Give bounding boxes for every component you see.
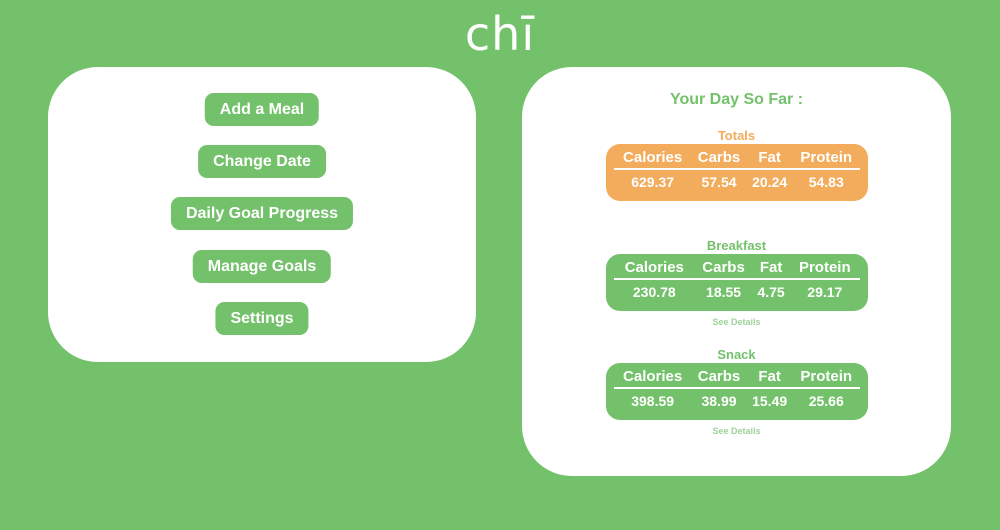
column-header-carbs: Carbs	[694, 259, 753, 280]
menu-panel: Add a Meal Change Date Daily Goal Progre…	[48, 67, 476, 362]
totals-table: Calories Carbs Fat Protein 629.37 57.54 …	[614, 149, 860, 190]
totals-fat: 20.24	[752, 174, 788, 190]
breakfast-see-details-link[interactable]: See Details	[522, 317, 951, 327]
day-summary-panel: Your Day So Far : Totals Calories Carbs …	[522, 67, 951, 476]
daily-goal-progress-button[interactable]: Daily Goal Progress	[170, 197, 354, 230]
column-header-calories: Calories	[614, 149, 692, 170]
manage-goals-button[interactable]: Manage Goals	[192, 250, 332, 283]
column-header-protein: Protein	[792, 149, 860, 170]
column-header-carbs: Carbs	[691, 149, 747, 170]
change-date-button[interactable]: Change Date	[198, 145, 326, 178]
column-header-fat: Fat	[746, 149, 793, 170]
column-header-fat: Fat	[746, 368, 793, 389]
breakfast-fat: 4.75	[757, 284, 785, 300]
totals-protein: 54.83	[808, 174, 844, 190]
totals-calories: 629.37	[631, 174, 675, 190]
column-header-protein: Protein	[792, 368, 860, 389]
column-header-carbs: Carbs	[691, 368, 747, 389]
breakfast-title: Breakfast	[706, 238, 767, 253]
totals-card: Calories Carbs Fat Protein 629.37 57.54 …	[606, 144, 868, 201]
breakfast-calories: 230.78	[632, 284, 676, 300]
settings-button[interactable]: Settings	[215, 302, 309, 335]
snack-protein: 25.66	[808, 393, 844, 409]
snack-calories: 398.59	[631, 393, 675, 409]
breakfast-carbs: 18.55	[706, 284, 742, 300]
app-logo: chī	[464, 7, 536, 61]
breakfast-card: Calories Carbs Fat Protein 230.78 18.55 …	[606, 254, 868, 311]
main-menu: Add a Meal Change Date Daily Goal Progre…	[48, 67, 476, 362]
totals-title: Totals	[717, 128, 756, 143]
column-header-protein: Protein	[789, 259, 860, 280]
breakfast-table: Calories Carbs Fat Protein 230.78 18.55 …	[614, 259, 860, 300]
column-header-calories: Calories	[614, 259, 695, 280]
snack-see-details-link[interactable]: See Details	[522, 426, 951, 436]
column-header-calories: Calories	[614, 368, 692, 389]
breakfast-protein: 29.17	[807, 284, 843, 300]
snack-carbs: 38.99	[701, 393, 737, 409]
snack-card: Calories Carbs Fat Protein 398.59 38.99 …	[606, 363, 868, 420]
column-header-fat: Fat	[752, 259, 790, 280]
totals-carbs: 57.54	[701, 174, 737, 190]
snack-fat: 15.49	[752, 393, 788, 409]
add-meal-button[interactable]: Add a Meal	[204, 93, 320, 126]
day-summary-title: Your Day So Far :	[669, 91, 804, 108]
snack-table: Calories Carbs Fat Protein 398.59 38.99 …	[614, 368, 860, 409]
snack-title: Snack	[717, 347, 756, 362]
